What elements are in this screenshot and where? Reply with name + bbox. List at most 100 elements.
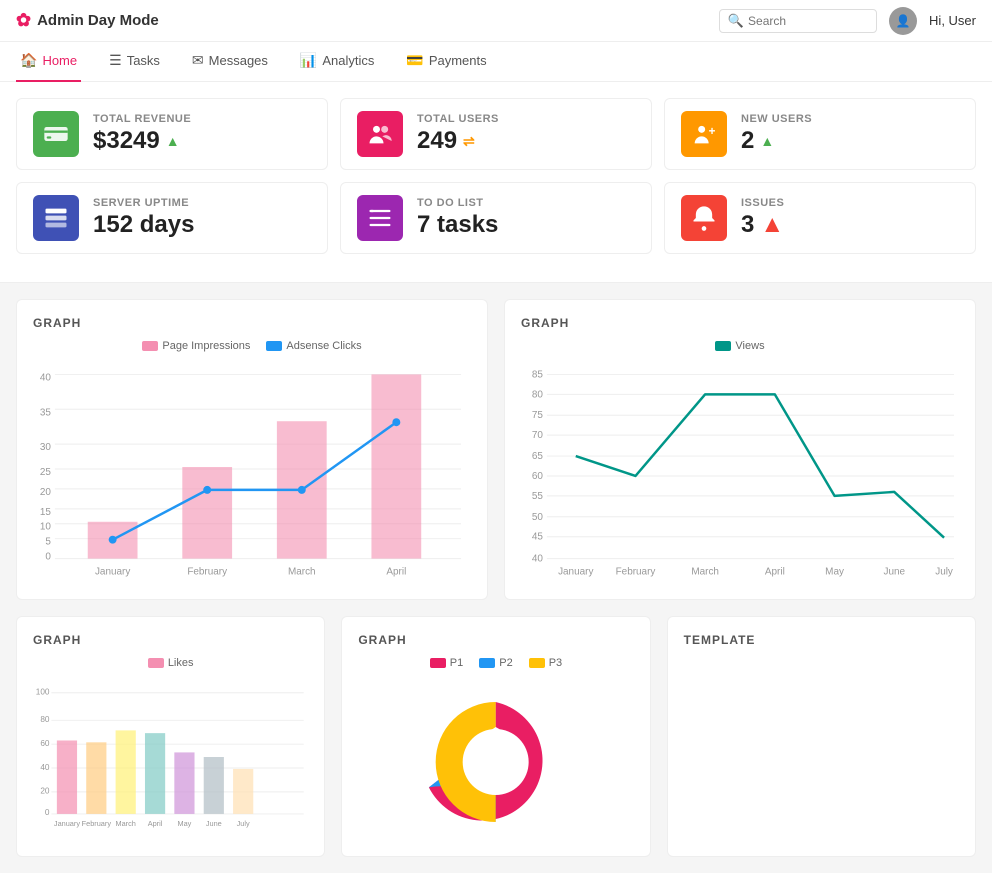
nav-item-analytics[interactable]: 📊 Analytics (296, 42, 378, 82)
svg-text:0: 0 (45, 552, 51, 563)
nav-label-messages: Messages (209, 53, 268, 68)
svg-text:20: 20 (40, 487, 52, 498)
issues-trend-icon: ▲ (760, 211, 784, 239)
home-icon: 🏠 (20, 52, 37, 69)
todo-info: TO DO LIST 7 tasks (417, 197, 635, 239)
users-label: TOTAL USERS (417, 113, 635, 125)
nav-label-analytics: Analytics (322, 53, 374, 68)
chart-4-svg (358, 677, 633, 837)
svg-text:June: June (884, 567, 906, 578)
svg-text:April: April (386, 567, 406, 578)
svg-text:10: 10 (40, 522, 52, 533)
svg-text:January: January (95, 567, 130, 578)
svg-text:50: 50 (532, 512, 544, 523)
issues-icon (681, 195, 727, 241)
tasks-icon: ☰ (109, 52, 122, 69)
legend-item-likes: Likes (148, 657, 194, 669)
svg-text:5: 5 (45, 537, 51, 548)
svg-text:80: 80 (532, 389, 544, 400)
chart-1-legend: Page Impressions Adsense Clicks (33, 340, 471, 352)
chart-3-svg: 100 80 60 40 20 0 (33, 677, 308, 837)
new-users-trend-icon: ▲ (760, 133, 774, 149)
search-icon: 🔍 (728, 13, 744, 29)
svg-text:March: March (288, 567, 316, 578)
nav-label-home: Home (42, 53, 77, 68)
logo-icon: ✿ (16, 10, 31, 31)
svg-text:20: 20 (40, 787, 50, 796)
stats-row-2: SERVER UPTIME 152 days TO DO LIST 7 task… (16, 182, 976, 254)
legend-item-views: Views (715, 340, 764, 352)
svg-text:15: 15 (40, 507, 52, 518)
stat-card-revenue: TOTAL REVENUE $3249 ▲ (16, 98, 328, 170)
chart-3-title: GRAPH (33, 633, 308, 647)
svg-text:January: January (558, 567, 593, 578)
svg-text:40: 40 (40, 763, 50, 772)
svg-text:85: 85 (532, 369, 544, 380)
revenue-trend-icon: ▲ (166, 133, 180, 149)
revenue-icon (33, 111, 79, 157)
chart-card-1: GRAPH Page Impressions Adsense Clicks 40… (16, 299, 488, 600)
revenue-info: TOTAL REVENUE $3249 ▲ (93, 113, 311, 155)
legend-item-p1: P1 (430, 657, 463, 669)
search-input[interactable] (748, 14, 868, 28)
topbar-right: 🔍 👤 Hi, User (719, 7, 976, 35)
svg-text:July: July (237, 819, 250, 828)
legend-dot-p1 (430, 658, 446, 668)
app-logo: ✿ Admin Day Mode (16, 10, 159, 31)
nav-item-tasks[interactable]: ☰ Tasks (105, 42, 164, 82)
nav-item-payments[interactable]: 💳 Payments (402, 42, 490, 82)
nav-item-messages[interactable]: ✉ Messages (188, 42, 272, 82)
svg-text:30: 30 (40, 442, 52, 453)
messages-icon: ✉ (192, 52, 204, 69)
nav-label-tasks: Tasks (127, 53, 160, 68)
new-users-info: NEW USERS 2 ▲ (741, 113, 959, 155)
new-users-label: NEW USERS (741, 113, 959, 125)
todo-icon (357, 195, 403, 241)
stat-card-issues: ISSUES 3 ▲ (664, 182, 976, 254)
charts-section: GRAPH Page Impressions Adsense Clicks 40… (0, 283, 992, 873)
svg-text:45: 45 (532, 532, 544, 543)
template-title: TEMPLATE (684, 633, 959, 647)
chart-2-svg: 85 80 75 70 65 60 55 50 45 40 (521, 360, 959, 580)
svg-text:35: 35 (40, 407, 52, 418)
todo-label: TO DO LIST (417, 197, 635, 209)
legend-dot-clicks (266, 341, 282, 351)
chart-4-title: GRAPH (358, 633, 633, 647)
svg-text:April: April (765, 567, 785, 578)
template-card: TEMPLATE (667, 616, 976, 857)
svg-text:May: May (825, 567, 844, 578)
chart-2-title: GRAPH (521, 316, 959, 330)
legend-dot-p2 (479, 658, 495, 668)
topbar: ✿ Admin Day Mode 🔍 👤 Hi, User (0, 0, 992, 42)
stats-section: TOTAL REVENUE $3249 ▲ TOTAL USERS 249 ⇌ (0, 82, 992, 283)
svg-text:February: February (82, 819, 112, 828)
users-value: 249 ⇌ (417, 127, 635, 155)
charts-row-1: GRAPH Page Impressions Adsense Clicks 40… (16, 299, 976, 600)
nav-label-payments: Payments (429, 53, 487, 68)
legend-item-impressions: Page Impressions (142, 340, 250, 352)
avatar: 👤 (889, 7, 917, 35)
legend-item-p2: P2 (479, 657, 512, 669)
revenue-value: $3249 ▲ (93, 127, 311, 155)
chart-4-legend: P1 P2 P3 (358, 657, 633, 669)
payments-icon: 💳 (406, 52, 423, 69)
svg-text:55: 55 (532, 491, 544, 502)
new-users-value: 2 ▲ (741, 127, 959, 155)
chart-3-legend: Likes (33, 657, 308, 669)
search-box[interactable]: 🔍 (719, 9, 877, 33)
svg-text:0: 0 (45, 808, 50, 817)
legend-dot-likes (148, 658, 164, 668)
svg-text:40: 40 (40, 372, 52, 383)
nav-item-home[interactable]: 🏠 Home (16, 42, 81, 82)
uptime-label: SERVER UPTIME (93, 197, 311, 209)
stats-row-1: TOTAL REVENUE $3249 ▲ TOTAL USERS 249 ⇌ (16, 98, 976, 170)
svg-text:60: 60 (40, 739, 50, 748)
svg-text:25: 25 (40, 467, 52, 478)
svg-text:70: 70 (532, 430, 544, 441)
svg-text:February: February (187, 567, 227, 578)
svg-text:75: 75 (532, 410, 544, 421)
users-info: TOTAL USERS 249 ⇌ (417, 113, 635, 155)
chart-2-legend: Views (521, 340, 959, 352)
todo-value: 7 tasks (417, 211, 635, 239)
legend-dot-p3 (529, 658, 545, 668)
